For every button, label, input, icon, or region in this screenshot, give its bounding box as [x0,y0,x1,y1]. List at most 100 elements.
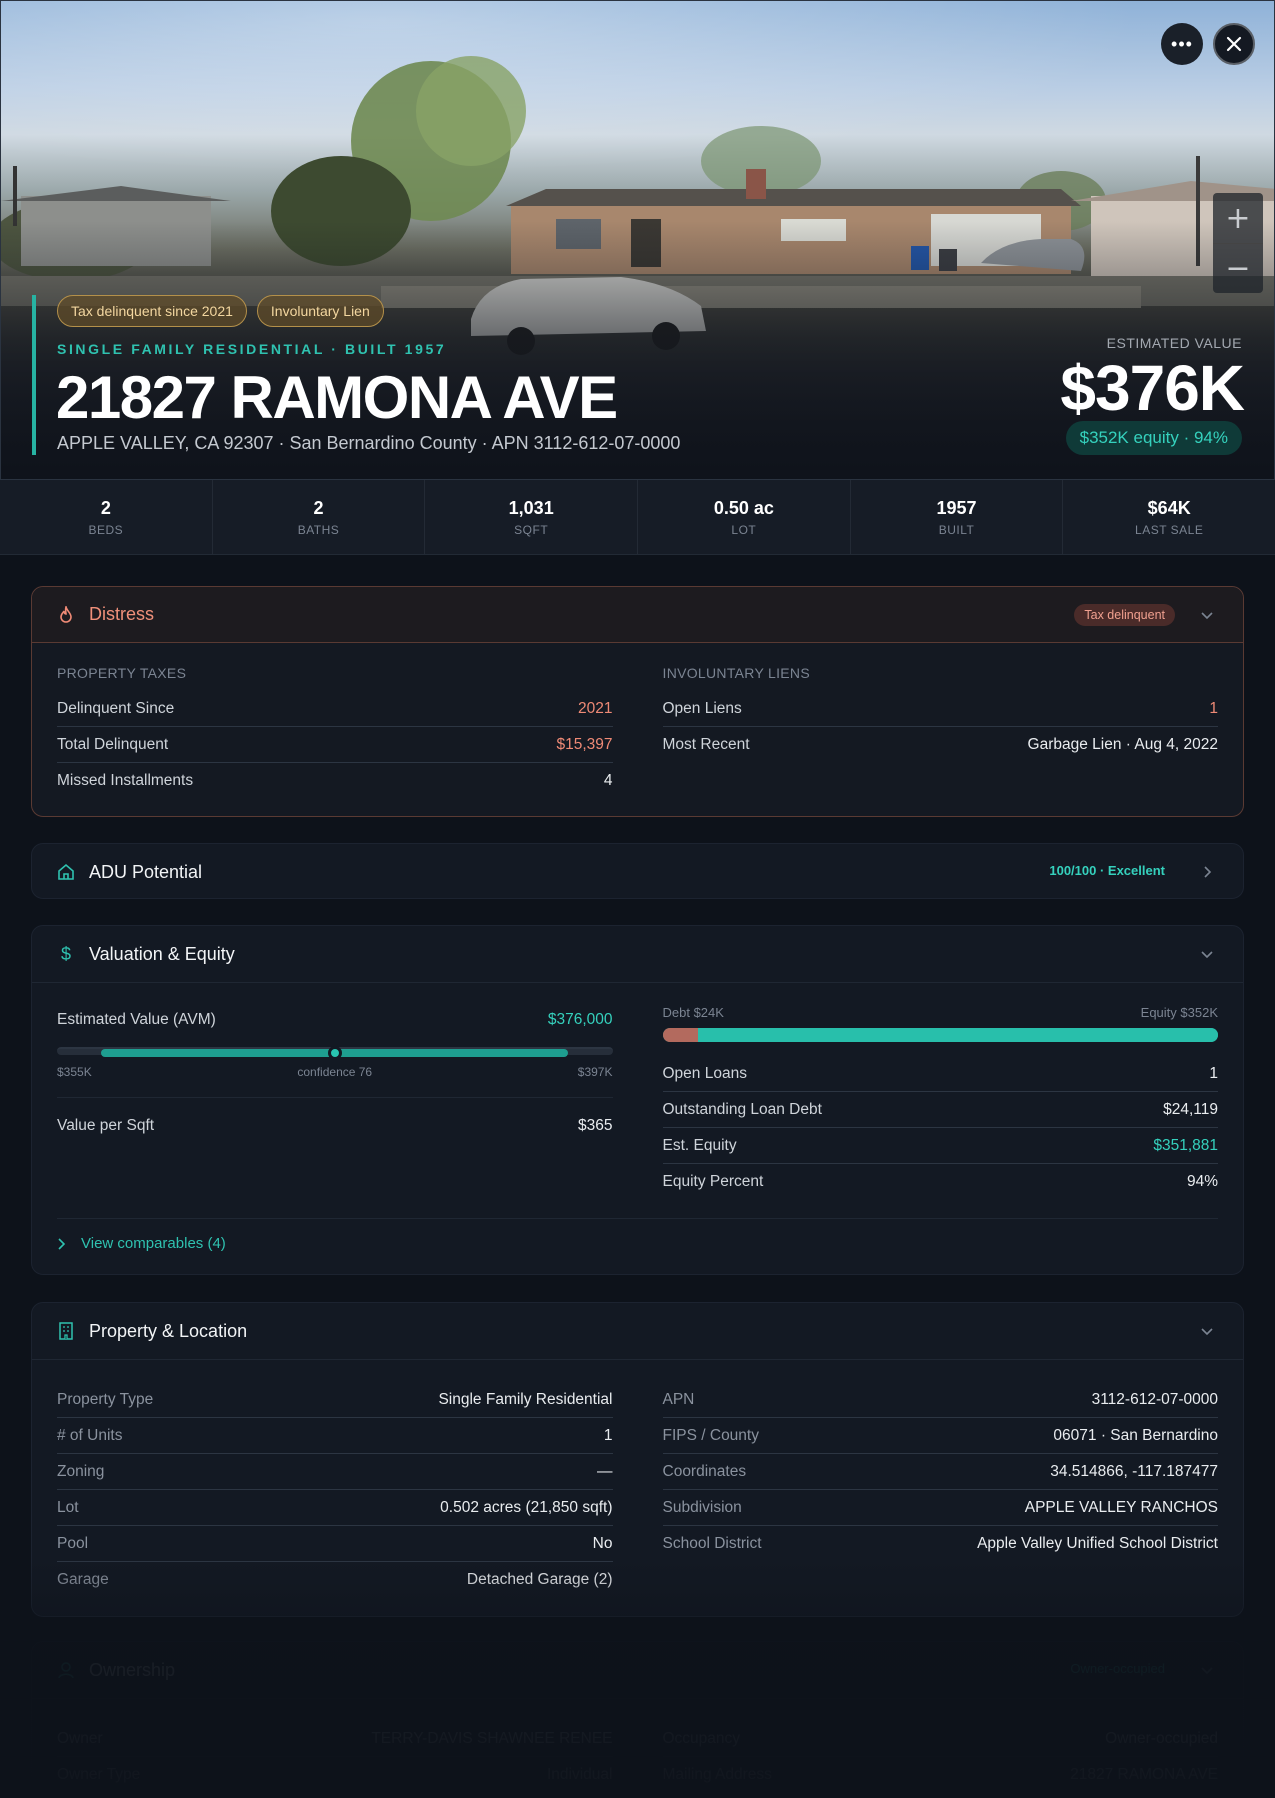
table-row: Zoning — [57,1454,613,1490]
stat-value: 1,031 [508,498,554,518]
row-label: Est. Equity [662,1136,737,1154]
avm-label: Estimated Value (AVM) [57,1011,216,1028]
property-taxes-label: PROPERTY TAXES [57,665,187,681]
row-label: FIPS / County [662,1426,759,1444]
row-value: APPLE VALLEY RANCHOS [1024,1498,1218,1516]
chevron-down-icon[interactable] [1199,946,1215,962]
table-row: Subdivision APPLE VALLEY RANCHOS [662,1490,1218,1526]
ownership-right-column: Occupancy Owner-occupied Mailing Address 2… [662,1721,1218,1793]
close-button[interactable] [1213,23,1255,65]
adu-potential-card[interactable]: ADU Potential 100/100 · Excellent [31,843,1244,899]
table-row: Delinquent Since 2021 [57,691,613,727]
table-row: Est. Equity $351,881 [662,1128,1218,1164]
ownership-title: Ownership [89,1659,176,1680]
row-label: Zoning [57,1462,105,1480]
debt-label: Debt $24K [662,1005,724,1020]
chevron-right-icon [58,1237,66,1250]
row-value: Detached Garage (2) [466,1571,613,1588]
zoom-controls: + − [1213,193,1263,293]
equity-label: Equity $352K [1140,1005,1218,1020]
more-options-button[interactable]: ••• [1161,23,1203,65]
table-row: Garage Detached Garage (2) [57,1562,613,1598]
distress-body: PROPERTY TAXES Delinquent Since 2021 Tota… [32,643,1243,799]
table-row: Property Type Single Family Residential [57,1382,613,1418]
row-label: Owner Type [57,1766,141,1783]
table-row: Outstanding Loan Debt $24,119 [662,1092,1218,1128]
involuntary-lien-badge: Involuntary Lien [256,295,384,327]
adu-header[interactable]: ADU Potential 100/100 · Excellent [32,844,1243,900]
stat-lot: 0.50 ac LOT [638,480,851,554]
property-right-column: APN 3112-612-07-0000 FIPS / County 06071 ·… [662,1382,1218,1598]
stat-built: 1957 BUILT [851,480,1064,554]
avm-range-bar [57,1046,613,1060]
row-value: 2021 [578,699,613,717]
close-icon [1226,36,1242,52]
row-value: 34.514866, -117.187477 [1050,1462,1218,1480]
stat-label: BATHS [297,523,340,537]
view-comparables-link[interactable]: View comparables (4) [57,1218,1218,1252]
chevron-right-icon[interactable] [1199,864,1215,880]
row-value: Single Family Residential [438,1390,613,1408]
ownership-header[interactable]: Ownership Owner-occupied [32,1642,1243,1698]
dollar-icon: $ [60,943,71,964]
chevron-down-icon[interactable] [1199,607,1215,623]
involuntary-liens-label: INVOLUNTARY LIENS [662,665,810,681]
row-label: Lot [57,1498,79,1516]
row-value: 1 [1209,1064,1218,1082]
table-row: Owner Type Individual [57,1757,613,1793]
stat-last-sale: $64K LAST SALE [1063,480,1275,554]
equity-column: Debt $24K Equity $352K Open Loans 1 Outst… [662,1005,1218,1200]
row-label: # of Units [57,1426,123,1444]
avm-row: Estimated Value (AVM) $376,000 [57,1005,613,1035]
row-value: 1 [603,1426,613,1444]
row-value: 21827 RAMONA AVE [1070,1766,1218,1783]
user-icon [57,1661,75,1679]
distress-header[interactable]: Distress Tax delinquent [32,587,1243,643]
avm-range-labels: $355K confidence 76 $397K [57,1065,613,1079]
table-row: Open Liens 1 [662,691,1218,727]
building-icon [57,1322,75,1340]
adu-score: 100/100 · Excellent [1049,863,1165,878]
chevron-down-icon[interactable] [1199,1323,1215,1339]
home-icon [57,863,75,881]
stat-label: LAST SALE [1135,523,1204,537]
equity-segment [698,1028,1218,1042]
row-label: Garage [57,1571,109,1588]
property-taxes-column: PROPERTY TAXES Delinquent Since 2021 Tota… [57,665,613,799]
row-label: Missed Installments [57,772,194,789]
table-row: Missed Installments 4 [57,763,613,799]
zoom-in-button[interactable]: + [1213,193,1263,243]
owner-occupied-pill: Owner-occupied [1070,1661,1165,1676]
stat-sqft: 1,031 SQFT [425,480,639,554]
property-header[interactable]: Property & Location [32,1303,1243,1359]
equity-pill: $352K equity · 94% [1065,421,1242,455]
valuation-header[interactable]: $ Valuation & Equity [32,926,1243,982]
stat-value: $64K [1147,498,1191,518]
row-label: Most Recent [662,736,750,753]
row-value: 4 [603,772,613,789]
row-value: — [597,1462,613,1480]
ownership-body: Owner TERRY-DAVIS SHAWNEE RENEE Owner Typ… [32,1698,1243,1793]
table-row: # of Units 1 [57,1418,613,1454]
avm-column: Estimated Value (AVM) $376,000 $355K con… [57,1005,613,1200]
property-title: Property & Location [89,1320,248,1341]
row-value: Apple Valley Unified School District [977,1535,1218,1552]
row-label: Equity Percent [662,1173,764,1190]
row-label: Subdivision [662,1498,742,1516]
chevron-down-icon[interactable] [1199,1662,1215,1678]
row-value: 06071 · San Bernardino [1053,1426,1218,1444]
table-row: Most Recent Garbage Lien · Aug 4, 2022 [663,727,1219,763]
row-value: Owner-occupied [1105,1729,1218,1747]
debt-segment [662,1028,699,1042]
table-row: Open Loans 1 [662,1056,1218,1092]
stat-label: SQFT [514,523,549,537]
row-label: Total Delinquent [57,735,169,753]
valuation-body: Estimated Value (AVM) $376,000 $355K con… [32,982,1243,1200]
row-value: $351,881 [1153,1136,1218,1154]
zoom-out-button[interactable]: − [1213,243,1263,293]
tax-delinquent-badge: Tax delinquent since 2021 [57,295,247,327]
table-row: Occupancy Owner-occupied [662,1721,1218,1757]
debt-equity-bar [662,1028,1218,1042]
ownership-left-column: Owner TERRY-DAVIS SHAWNEE RENEE Owner Typ… [57,1721,613,1793]
property-body: Property Type Single Family Residential #… [32,1359,1243,1598]
